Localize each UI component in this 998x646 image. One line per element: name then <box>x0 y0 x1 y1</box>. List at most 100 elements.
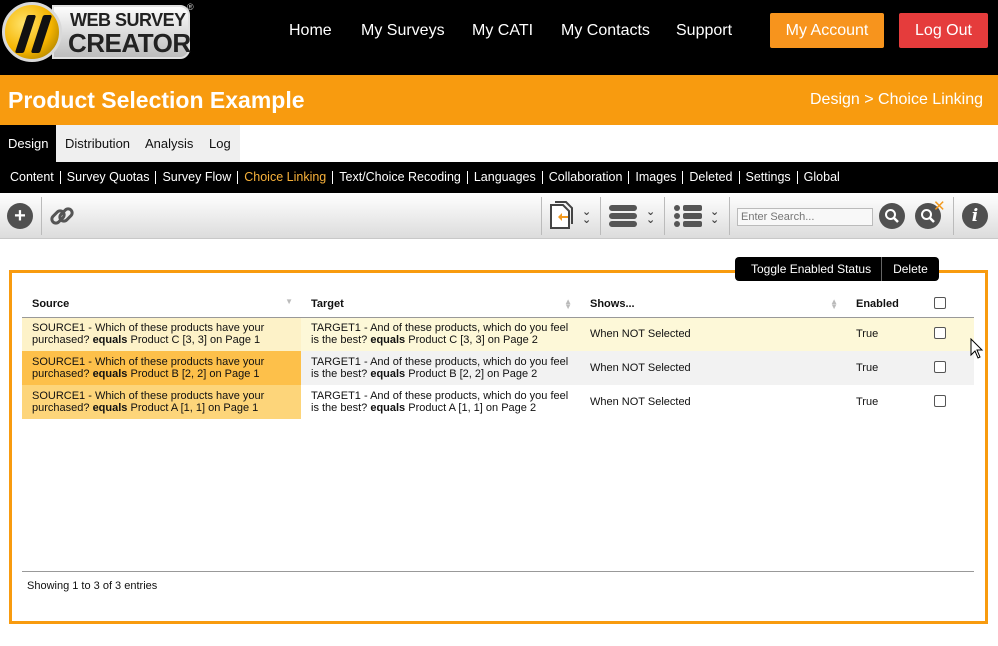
source-value: Product B [2, 2] on Page 1 <box>130 368 260 380</box>
plus-icon[interactable]: + <box>7 203 33 229</box>
search-icon[interactable] <box>879 203 905 229</box>
choice-links-table: Source ▼ Target ▲ ▼ Shows... ▲ ▼ Enabled SOUR… <box>22 292 974 419</box>
shows-cell: When NOT Selected <box>580 385 846 419</box>
column-header-target[interactable]: Target ▲ ▼ <box>301 292 580 318</box>
enabled-cell: True <box>846 317 924 351</box>
subtab-images[interactable]: Images <box>629 171 684 184</box>
enabled-cell: True <box>846 385 924 419</box>
operator-text: equals <box>370 402 406 414</box>
table-row[interactable]: SOURCE1 - Which of these products have y… <box>22 351 974 385</box>
subtab-survey-quotas[interactable]: Survey Quotas <box>61 171 157 184</box>
tab-design[interactable]: Design <box>0 125 57 162</box>
subtab-languages[interactable]: Languages <box>468 171 543 184</box>
database-icon[interactable] <box>608 203 638 229</box>
sort-both-icon: ▲ ▼ <box>830 297 838 311</box>
toolbar-divider <box>729 197 730 235</box>
toolbar-divider <box>541 197 542 235</box>
design-subtabs: Content Survey Quotas Survey Flow Choice… <box>0 162 998 193</box>
tab-log[interactable]: Log <box>201 125 239 162</box>
source-cell: SOURCE1 - Which of these products have y… <box>22 317 301 351</box>
tab-analysis[interactable]: Analysis <box>137 125 201 162</box>
row-select-cell <box>924 351 974 385</box>
toggle-enabled-status-button[interactable]: Toggle Enabled Status <box>735 257 883 281</box>
nav-my-cati[interactable]: My CATI <box>472 22 533 40</box>
sort-both-icon: ▲ ▼ <box>564 297 572 311</box>
table-footer-divider <box>22 571 974 572</box>
subtab-collaboration[interactable]: Collaboration <box>543 171 630 184</box>
link-icon[interactable] <box>48 202 76 230</box>
info-icon[interactable]: i <box>962 203 988 229</box>
select-all-checkbox[interactable] <box>934 296 946 309</box>
column-header-enabled[interactable]: Enabled <box>846 292 924 318</box>
source-cell: SOURCE1 - Which of these products have y… <box>22 385 301 419</box>
subtab-content[interactable]: Content <box>4 171 61 184</box>
page-title: Product Selection Example <box>8 87 305 113</box>
page-export-icon[interactable] <box>548 201 576 231</box>
source-value: Product A [1, 1] on Page 1 <box>130 402 259 414</box>
row-checkbox[interactable] <box>934 360 946 373</box>
subtab-choice-linking[interactable]: Choice Linking <box>238 171 334 184</box>
subtab-survey-flow[interactable]: Survey Flow <box>156 171 239 184</box>
subtab-text-choice-recoding[interactable]: Text/Choice Recoding <box>333 171 468 184</box>
chevron-down-icon[interactable]: ⌄ ⌄ <box>646 207 655 226</box>
shows-cell: When NOT Selected <box>580 351 846 385</box>
column-header-shows[interactable]: Shows... ▲ ▼ <box>580 292 846 318</box>
column-label: Shows... <box>590 298 635 311</box>
table-header-row: Source ▼ Target ▲ ▼ Shows... ▲ ▼ Enabled <box>22 292 974 318</box>
mouse-cursor-icon <box>970 338 984 359</box>
column-label: Target <box>311 298 344 311</box>
column-label: Enabled <box>856 298 899 311</box>
row-select-cell <box>924 385 974 419</box>
source-value: Product C [3, 3] on Page 1 <box>130 334 261 347</box>
nav-home[interactable]: Home <box>289 22 332 40</box>
subtab-global[interactable]: Global <box>798 171 846 184</box>
operator-text: equals <box>92 334 128 347</box>
operator-text: equals <box>370 368 406 380</box>
shows-cell: When NOT Selected <box>580 317 846 351</box>
toolbar-divider <box>41 197 42 235</box>
column-label: Source <box>32 298 70 311</box>
table-row[interactable]: SOURCE1 - Which of these products have y… <box>22 385 974 419</box>
source-cell: SOURCE1 - Which of these products have y… <box>22 351 301 385</box>
clear-x-icon: ✕ <box>933 198 946 215</box>
enabled-cell: True <box>846 351 924 385</box>
my-account-button[interactable]: My Account <box>770 13 884 48</box>
row-checkbox[interactable] <box>934 326 946 339</box>
nav-my-surveys[interactable]: My Surveys <box>361 22 445 40</box>
top-navbar: WEB SURVEY CREATOR ® Home My Surveys My … <box>0 0 998 75</box>
operator-text: equals <box>92 402 128 414</box>
registered-mark: ® <box>187 2 194 12</box>
row-select-cell <box>924 317 974 351</box>
sort-desc-icon: ▼ <box>285 297 293 306</box>
title-band: Product Selection Example Design > Choic… <box>0 75 998 125</box>
subtab-settings[interactable]: Settings <box>740 171 798 184</box>
logo-text-line2: CREATOR <box>68 28 191 58</box>
tab-distribution[interactable]: Distribution <box>57 125 138 162</box>
row-checkbox[interactable] <box>934 394 946 407</box>
target-cell: TARGET1 - And of these products, which d… <box>301 317 580 351</box>
nav-my-contacts[interactable]: My Contacts <box>561 22 650 40</box>
column-header-source[interactable]: Source ▼ <box>22 292 301 318</box>
action-bar: Toggle Enabled Status Delete <box>735 257 939 281</box>
operator-text: equals <box>370 334 406 347</box>
delete-button[interactable]: Delete <box>882 257 939 281</box>
list-icon[interactable] <box>673 203 703 229</box>
nav-support[interactable]: Support <box>676 22 732 40</box>
chevron-down-icon[interactable]: ⌄ ⌄ <box>710 207 719 226</box>
log-out-button[interactable]: Log Out <box>899 13 988 48</box>
toolbar-divider <box>664 197 665 235</box>
target-cell: TARGET1 - And of these products, which d… <box>301 385 580 419</box>
target-value: Product C [3, 3] on Page 2 <box>408 334 538 347</box>
target-value: Product A [1, 1] on Page 2 <box>408 402 537 414</box>
target-cell: TARGET1 - And of these products, which d… <box>301 351 580 385</box>
select-all-cell <box>924 292 974 318</box>
search-input[interactable] <box>737 208 873 226</box>
logo-emblem-icon <box>2 2 62 62</box>
operator-text: equals <box>92 368 128 380</box>
web-survey-creator-logo[interactable]: WEB SURVEY CREATOR ® <box>0 0 195 64</box>
chevron-down-icon[interactable]: ⌄ ⌄ <box>582 207 591 226</box>
target-value: Product B [2, 2] on Page 2 <box>408 368 538 380</box>
table-row[interactable]: SOURCE1 - Which of these products have y… <box>22 317 974 351</box>
subtab-deleted[interactable]: Deleted <box>683 171 740 184</box>
toolbar-divider <box>600 197 601 235</box>
